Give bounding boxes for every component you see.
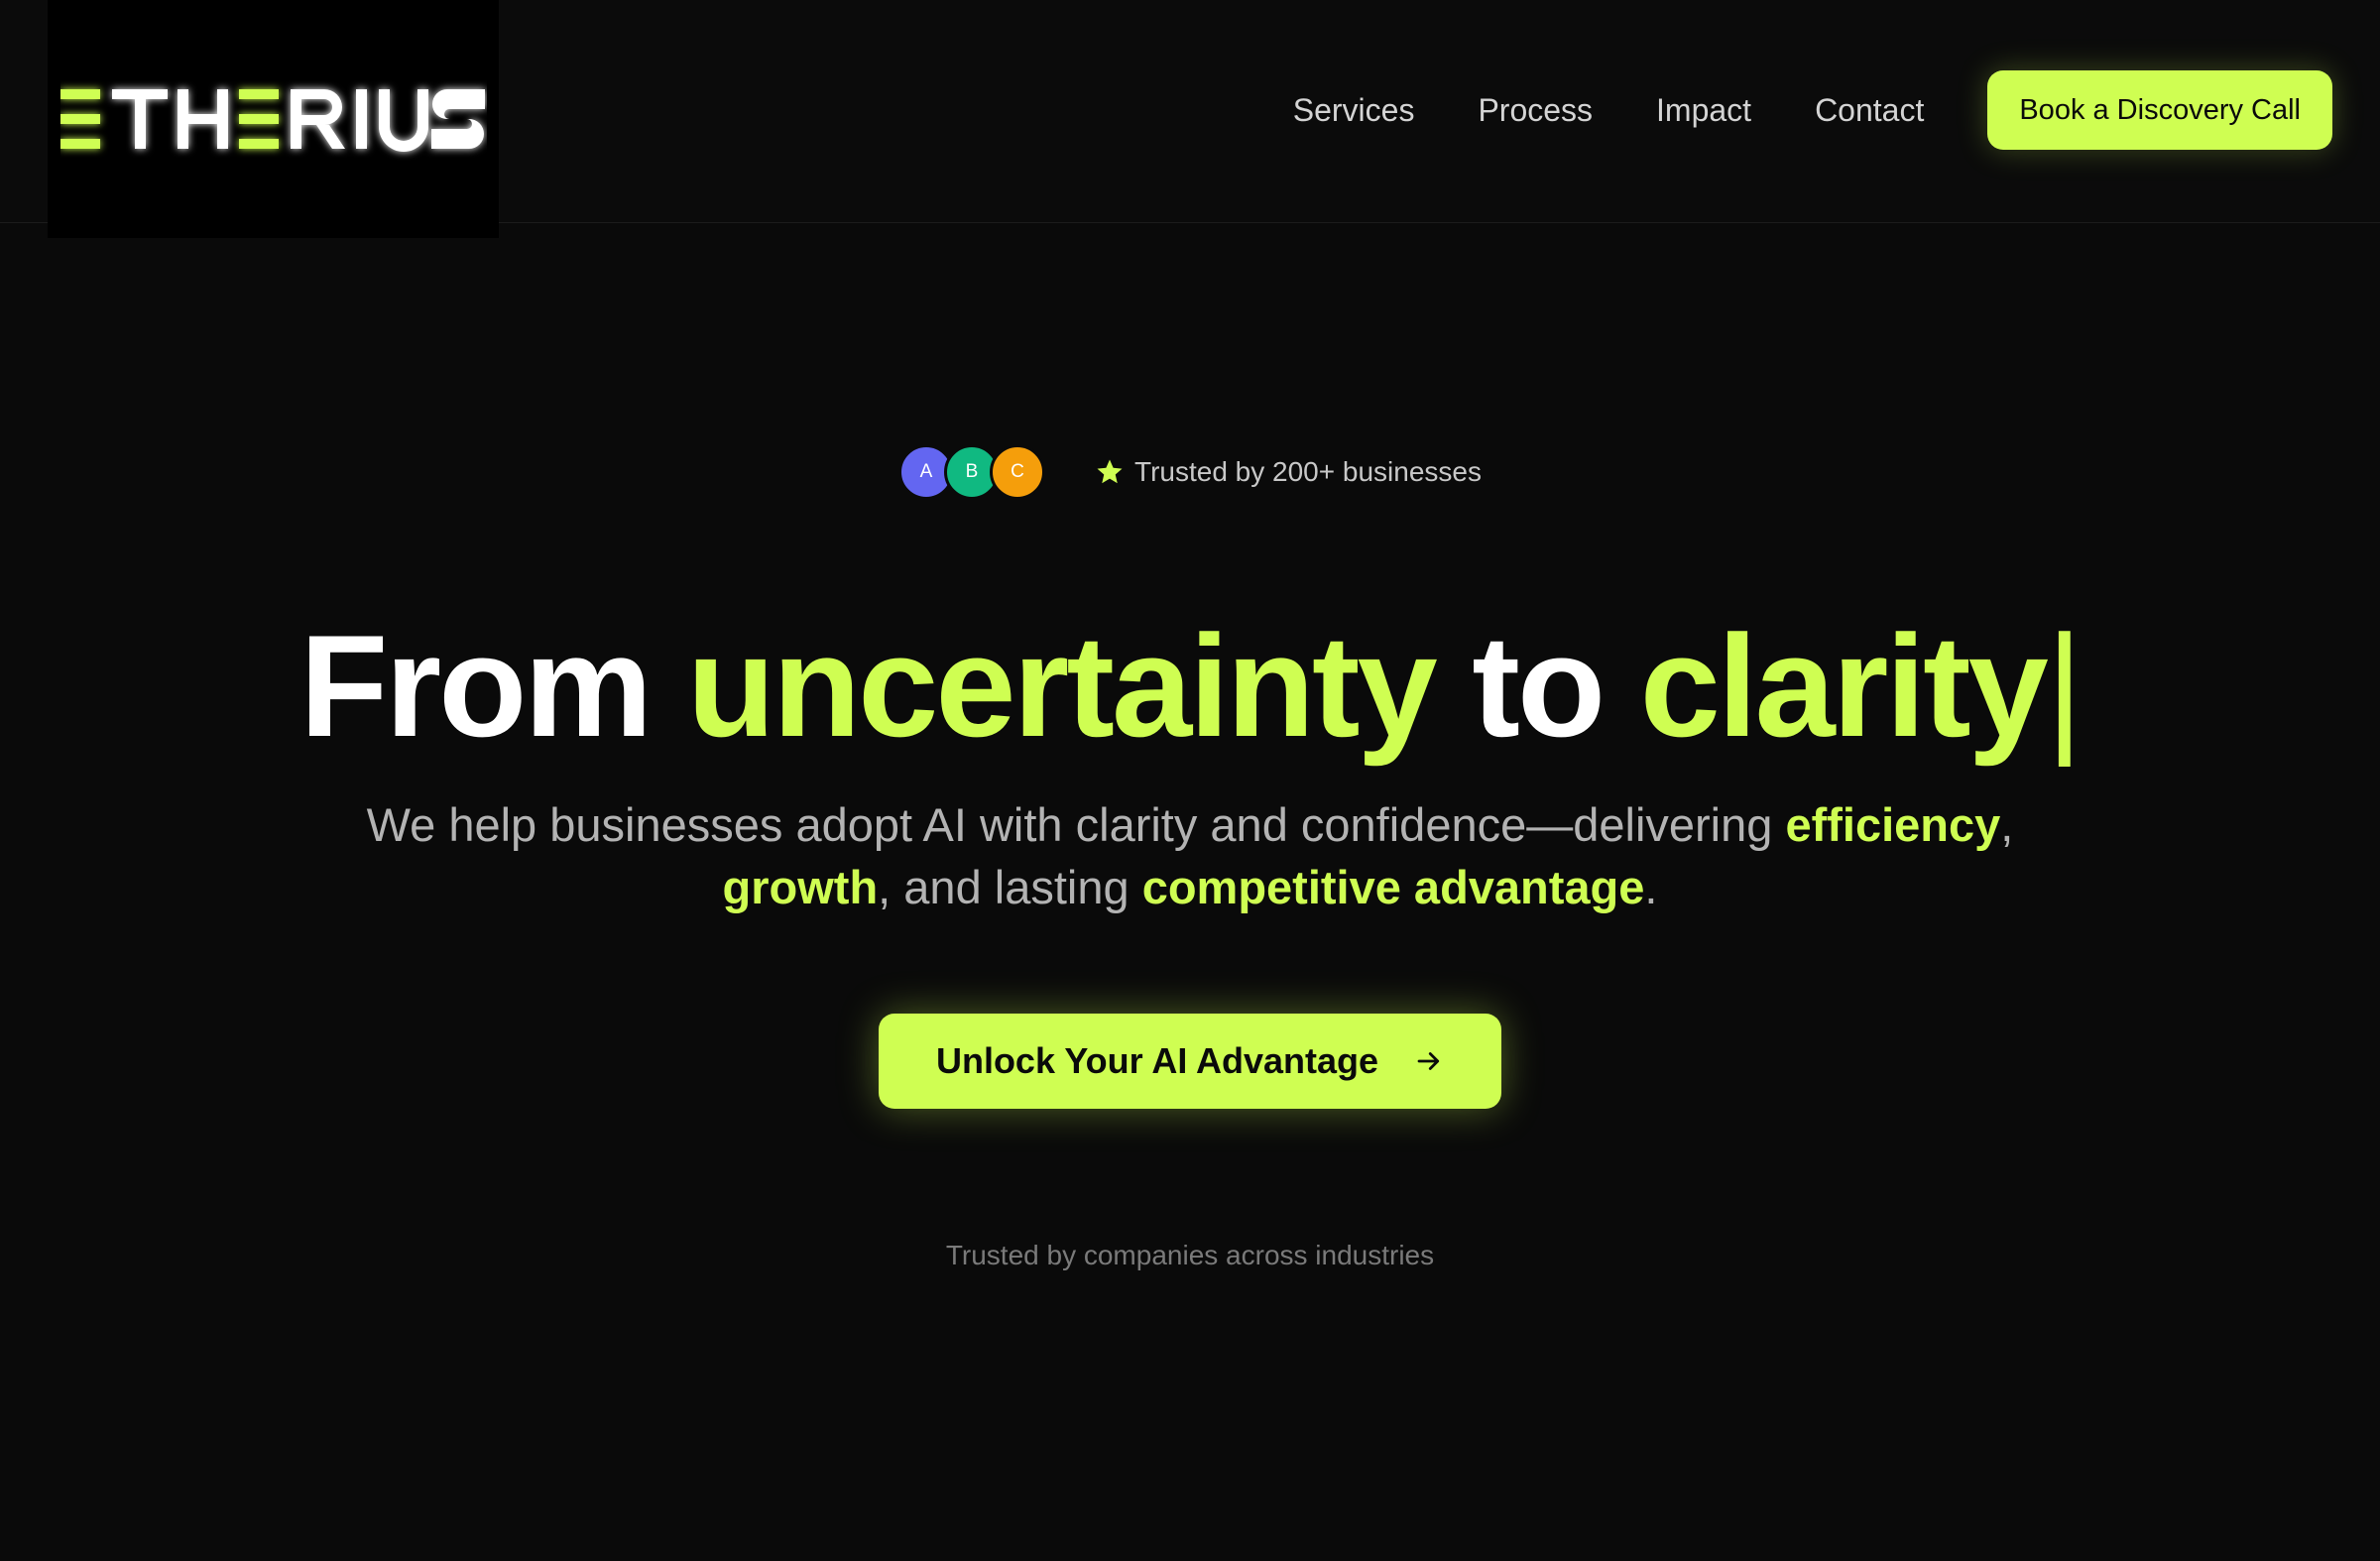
site-header: Services Process Impact Contact Book a D…	[0, 0, 2380, 238]
headline-accent: clarity	[1639, 605, 2049, 767]
avatar-group: A B C	[898, 444, 1046, 500]
subhead-text: We help businesses adopt AI with clarity…	[366, 798, 1786, 851]
trust-row: A B C Trusted by 200+ businesses	[0, 444, 2380, 500]
typing-caret: |	[2045, 605, 2083, 767]
subhead-accent: growth	[722, 861, 879, 913]
hero-subheading: We help businesses adopt AI with clarity…	[298, 793, 2082, 918]
book-discovery-call-button[interactable]: Book a Discovery Call	[1987, 70, 2332, 150]
unlock-ai-advantage-button[interactable]: Unlock Your AI Advantage	[879, 1014, 1501, 1109]
nav-services[interactable]: Services	[1293, 92, 1415, 129]
trusted-companies-caption: Trusted by companies across industries	[945, 1240, 1435, 1270]
headline-part: From	[299, 605, 687, 767]
etherius-logo-icon	[60, 89, 485, 152]
hero-headline: From uncertainty to clarity|	[0, 607, 2380, 766]
subhead-accent: efficiency	[1785, 798, 2001, 851]
subhead-text: , and lasting	[878, 861, 1142, 913]
main-nav: Services Process Impact Contact Book a D…	[1293, 69, 2332, 151]
landing-page: Services Process Impact Contact Book a D…	[0, 0, 2380, 1561]
headline-part: to	[1434, 605, 1640, 767]
trust-badge: Trusted by 200+ businesses	[1095, 456, 1482, 488]
arrow-right-icon	[1417, 1052, 1440, 1070]
nav-impact[interactable]: Impact	[1656, 92, 1751, 129]
nav-process[interactable]: Process	[1478, 92, 1593, 129]
star-icon	[1097, 459, 1123, 484]
logo[interactable]	[48, 0, 499, 238]
subhead-text: .	[1644, 861, 1658, 913]
headline-accent: uncertainty	[686, 605, 1438, 767]
nav-contact[interactable]: Contact	[1815, 92, 1924, 129]
subhead-text: ,	[2000, 798, 2014, 851]
subhead-accent: competitive advantage	[1141, 861, 1645, 913]
trust-text: Trusted by 200+ businesses	[1134, 456, 1482, 487]
cta-label: Unlock Your AI Advantage	[935, 1040, 1379, 1081]
avatar: C	[990, 444, 1046, 500]
